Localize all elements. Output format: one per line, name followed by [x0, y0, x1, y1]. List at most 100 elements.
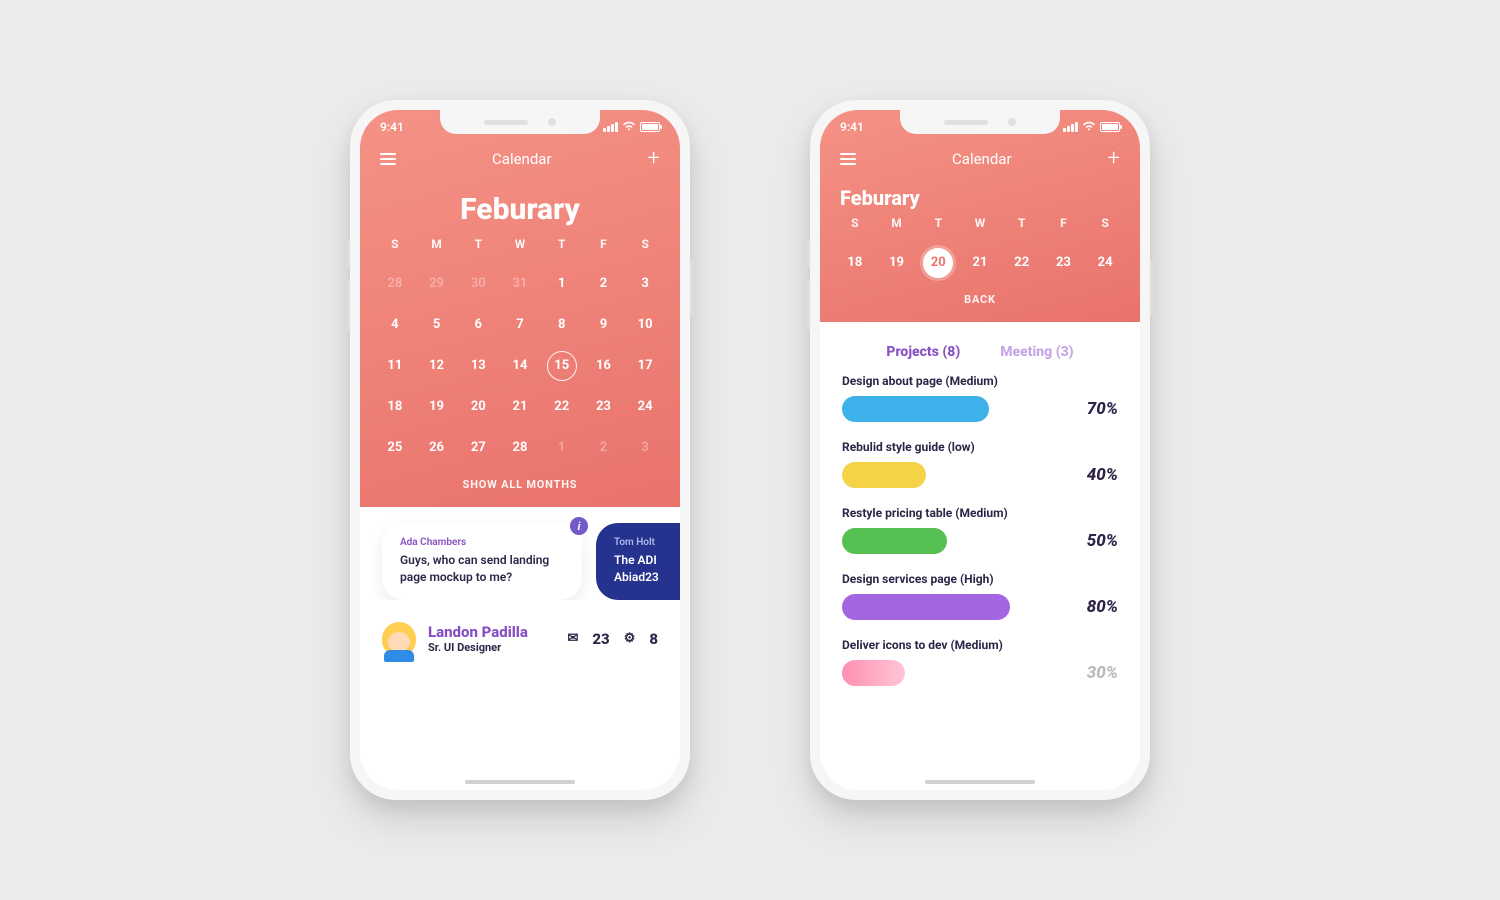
project-label: Design about page (Medium) [842, 374, 1118, 388]
weekday-label: T [1001, 216, 1043, 230]
weekday-label: F [1043, 216, 1085, 230]
day-cell[interactable]: 30 [457, 263, 499, 304]
signal-icon [603, 122, 618, 132]
day-cell[interactable]: 12 [416, 345, 458, 386]
tab-projects[interactable]: Projects (8) [886, 344, 960, 360]
day-cell[interactable]: 19 [416, 386, 458, 427]
wifi-icon [622, 120, 636, 134]
weekday-label: T [541, 237, 583, 251]
day-cell[interactable]: 13 [457, 345, 499, 386]
day-cell[interactable]: 17 [624, 345, 666, 386]
weekday-label: S [1084, 216, 1126, 230]
day-cell[interactable]: 11 [374, 345, 416, 386]
day-cell[interactable]: 2 [583, 263, 625, 304]
day-cell[interactable]: 6 [457, 304, 499, 345]
day-cell[interactable]: 8 [541, 304, 583, 345]
day-cell[interactable]: 14 [499, 345, 541, 386]
chat-message: The ADI Abiad23 [614, 552, 680, 586]
wifi-icon [1082, 120, 1096, 134]
info-icon[interactable]: i [570, 517, 588, 535]
day-cell[interactable]: 23 [1043, 242, 1085, 283]
status-time: 9:41 [380, 120, 404, 134]
day-cell[interactable]: 23 [583, 386, 625, 427]
day-cell[interactable]: 19 [876, 242, 918, 283]
day-cell[interactable]: 20 [457, 386, 499, 427]
day-row: 25262728123 [360, 427, 680, 468]
day-cell[interactable]: 27 [457, 427, 499, 468]
day-row: 45678910 [360, 304, 680, 345]
day-cell[interactable]: 3 [624, 263, 666, 304]
project-item[interactable]: Restyle pricing table (Medium)50% [842, 506, 1118, 554]
day-cell[interactable]: 9 [583, 304, 625, 345]
day-cell[interactable]: 28 [374, 263, 416, 304]
project-label: Design services page (High) [842, 572, 1118, 586]
gear-icon[interactable]: ⚙ [624, 631, 636, 646]
day-cell[interactable]: 10 [624, 304, 666, 345]
day-cell[interactable]: 3 [624, 427, 666, 468]
progress-percent: 50% [1087, 531, 1118, 551]
day-cell[interactable]: 22 [1001, 242, 1043, 283]
day-row: 18192021222324 [360, 386, 680, 427]
day-cell[interactable]: 21 [499, 386, 541, 427]
menu-icon[interactable] [380, 153, 396, 165]
weekday-label: M [876, 216, 918, 230]
mail-icon[interactable]: ✉ [567, 631, 578, 646]
chat-carousel[interactable]: i Ada Chambers Guys, who can send landin… [360, 507, 680, 600]
day-cell[interactable]: 28 [499, 427, 541, 468]
home-indicator[interactable] [465, 780, 575, 784]
project-item[interactable]: Deliver icons to dev (Medium)30% [842, 638, 1118, 686]
phone-calendar-month: 9:41 Calendar + Feburary SMTWTFS [350, 100, 690, 800]
day-cell[interactable]: 1 [541, 263, 583, 304]
project-label: Rebulid style guide (low) [842, 440, 1118, 454]
day-row: 11121314151617 [360, 345, 680, 386]
day-cell[interactable]: 22 [541, 386, 583, 427]
weekday-label: F [583, 237, 625, 251]
home-indicator[interactable] [925, 780, 1035, 784]
add-button[interactable]: + [1108, 148, 1120, 170]
day-cell[interactable]: 24 [1084, 242, 1126, 283]
weekday-header: SMTWTFS [820, 216, 1140, 242]
project-item[interactable]: Design about page (Medium) 70% [842, 374, 1118, 422]
profile-role: Sr. UI Designer [428, 641, 555, 654]
project-label: Deliver icons to dev (Medium) [842, 638, 1118, 652]
day-cell[interactable]: 29 [416, 263, 458, 304]
chat-card[interactable]: i Ada Chambers Guys, who can send landin… [382, 523, 582, 600]
day-cell[interactable]: 20 [917, 242, 959, 283]
project-item[interactable]: Design services page (High)80% [842, 572, 1118, 620]
day-cell[interactable]: 21 [959, 242, 1001, 283]
tab-meeting[interactable]: Meeting (3) [1000, 344, 1073, 360]
day-cell[interactable]: 26 [416, 427, 458, 468]
day-cell[interactable]: 25 [374, 427, 416, 468]
day-cell[interactable]: 2 [583, 427, 625, 468]
profile-row: Landon Padilla Sr. UI Designer ✉ 23 ⚙ 8 [360, 600, 680, 678]
day-cell[interactable]: 24 [624, 386, 666, 427]
progress-bar [842, 396, 989, 422]
progress-bar [842, 594, 1010, 620]
progress-percent: 70% [1087, 399, 1118, 419]
weekday-label: T [457, 237, 499, 251]
day-cell[interactable]: 7 [499, 304, 541, 345]
day-cell[interactable]: 1 [541, 427, 583, 468]
day-cell[interactable]: 18 [834, 242, 876, 283]
weekday-label: W [499, 237, 541, 251]
day-cell[interactable]: 5 [416, 304, 458, 345]
month-title: Feburary [360, 192, 680, 227]
day-cell[interactable]: 15 [541, 345, 583, 386]
weekday-label: T [917, 216, 959, 230]
project-item[interactable]: Rebulid style guide (low)40% [842, 440, 1118, 488]
tab-bar: Projects (8) Meeting (3) [820, 322, 1140, 374]
avatar[interactable] [382, 622, 416, 656]
day-cell[interactable]: 4 [374, 304, 416, 345]
show-all-months-button[interactable]: SHOW ALL MONTHS [360, 468, 680, 507]
chat-card[interactable]: Tom Holt The ADI Abiad23 [596, 523, 680, 600]
day-cell[interactable]: 16 [583, 345, 625, 386]
month-title: Feburary [840, 186, 1140, 210]
day-row: 28293031123 [360, 263, 680, 304]
back-button[interactable]: BACK [820, 283, 1140, 322]
menu-icon[interactable] [840, 153, 856, 165]
weekday-label: S [624, 237, 666, 251]
battery-icon [1100, 122, 1120, 132]
day-cell[interactable]: 31 [499, 263, 541, 304]
day-cell[interactable]: 18 [374, 386, 416, 427]
add-button[interactable]: + [648, 148, 660, 170]
